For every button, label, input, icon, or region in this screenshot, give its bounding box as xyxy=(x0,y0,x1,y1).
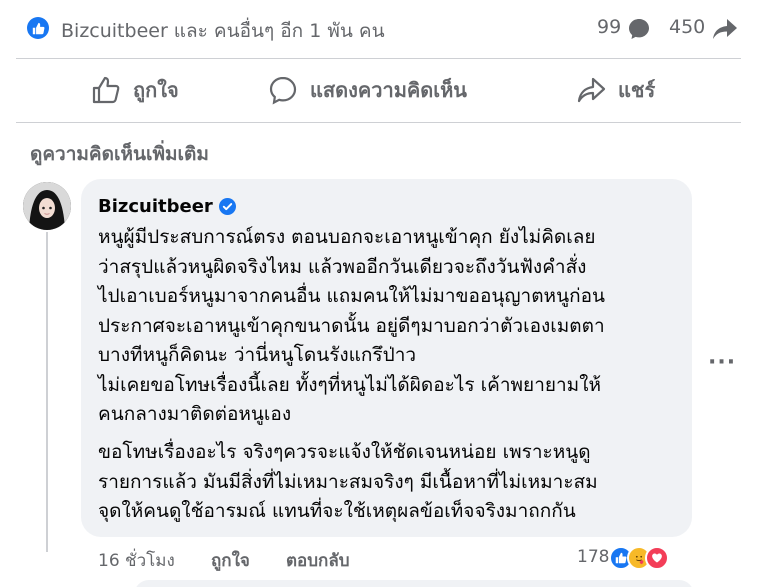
comment-line: ไม่เคยขอโทษเรื่องนี้เลย ทั้งๆที่หนูไม่ได… xyxy=(98,373,601,396)
comment-timestamp[interactable]: 16 ชั่วโมง xyxy=(98,547,175,574)
comment-line: ขอโทษเรื่องอะไร จริงๆควรจะแจ้งให้ชัดเจนห… xyxy=(98,441,591,463)
comment-button[interactable]: แสดงความคิดเห็น xyxy=(268,70,467,110)
share-button[interactable]: แชร์ xyxy=(576,70,655,110)
like-reaction-icon xyxy=(27,17,49,39)
divider-top xyxy=(16,58,741,59)
comment-count-icon xyxy=(629,19,649,39)
comment-count[interactable]: 99 xyxy=(597,16,621,38)
share-icon xyxy=(577,77,606,103)
comment-line: จุดให้คนดูใช้อารมณ์ แทนที่จะใช้เหตุผลข้อ… xyxy=(98,500,576,522)
more-options-icon[interactable]: ··· xyxy=(708,350,736,375)
comment-paragraph-1: หนูผู้มีประสบการณ์ตรง ตอนบอกจะเอาหนูเข้า… xyxy=(98,223,688,430)
comment-paragraph-2: ขอโทษเรื่องอะไร จริงๆควรจะแจ้งให้ชัดเจนห… xyxy=(98,438,688,527)
comment-author-name[interactable]: Bizcuitbeer xyxy=(98,196,213,217)
love-icon xyxy=(645,546,669,570)
comment-line: บางทีหนูก็คิดนะ ว่านี่หนูโดนรังแกรึป่าว xyxy=(98,344,417,366)
share-count[interactable]: 450 xyxy=(669,16,705,38)
avatar[interactable] xyxy=(23,182,71,230)
comment-reaction-icons[interactable] xyxy=(609,546,669,570)
comment-line: หนูผู้มีประสบการณ์ตรง ตอนบอกจะเอาหนูเข้า… xyxy=(98,226,596,248)
comment-reply-button[interactable]: ตอบกลับ xyxy=(286,547,350,574)
comment-author[interactable]: Bizcuitbeer xyxy=(98,196,236,217)
comment-bubble: Bizcuitbeer หนูผู้มีประสบการณ์ตรง ตอนบอก… xyxy=(81,179,692,537)
share-count-icon xyxy=(713,19,737,39)
thread-line xyxy=(46,232,48,552)
comment-line: คนกลางมาติดต่อหนูเอง xyxy=(98,403,292,425)
divider-bottom xyxy=(16,122,741,123)
reactions-summary: Bizcuitbeer และ คนอื่นๆ อีก 1 พัน คน 99 … xyxy=(0,0,757,58)
comment-line: ไปเอาเบอร์หนูมาจากคนอื่น แถมคนให้ไม่มาขอ… xyxy=(98,285,605,307)
avatar-image xyxy=(23,182,71,230)
comment-icon xyxy=(269,76,297,105)
comment-line: รายการแล้ว มันมีสิ่งที่ไม่เหมาะสมจริงๆ ม… xyxy=(98,470,598,493)
like-icon xyxy=(92,76,120,104)
like-button-label: ถูกใจ xyxy=(133,78,179,102)
comment-reaction-count[interactable]: 178 xyxy=(577,547,609,567)
next-comment-bubble xyxy=(134,580,694,587)
verified-icon xyxy=(218,198,236,215)
reactors-text[interactable]: Bizcuitbeer และ คนอื่นๆ อีก 1 พัน คน xyxy=(61,16,385,46)
comment-button-label: แสดงความคิดเห็น xyxy=(310,78,467,102)
share-button-label: แชร์ xyxy=(618,78,656,102)
comment-like-button[interactable]: ถูกใจ xyxy=(211,547,250,574)
comment-line: ประกาศจะเอาหนูเข้าคุกขนาดนั้น อยู่ดีๆมาบ… xyxy=(98,314,605,337)
like-button[interactable]: ถูกใจ xyxy=(91,70,179,110)
view-more-comments-link[interactable]: ดูความคิดเห็นเพิ่มเติม xyxy=(30,139,209,169)
comment-line: ว่าสรุปแล้วหนูผิดจริงไหม แล้วพออีกวันเดี… xyxy=(98,255,587,278)
